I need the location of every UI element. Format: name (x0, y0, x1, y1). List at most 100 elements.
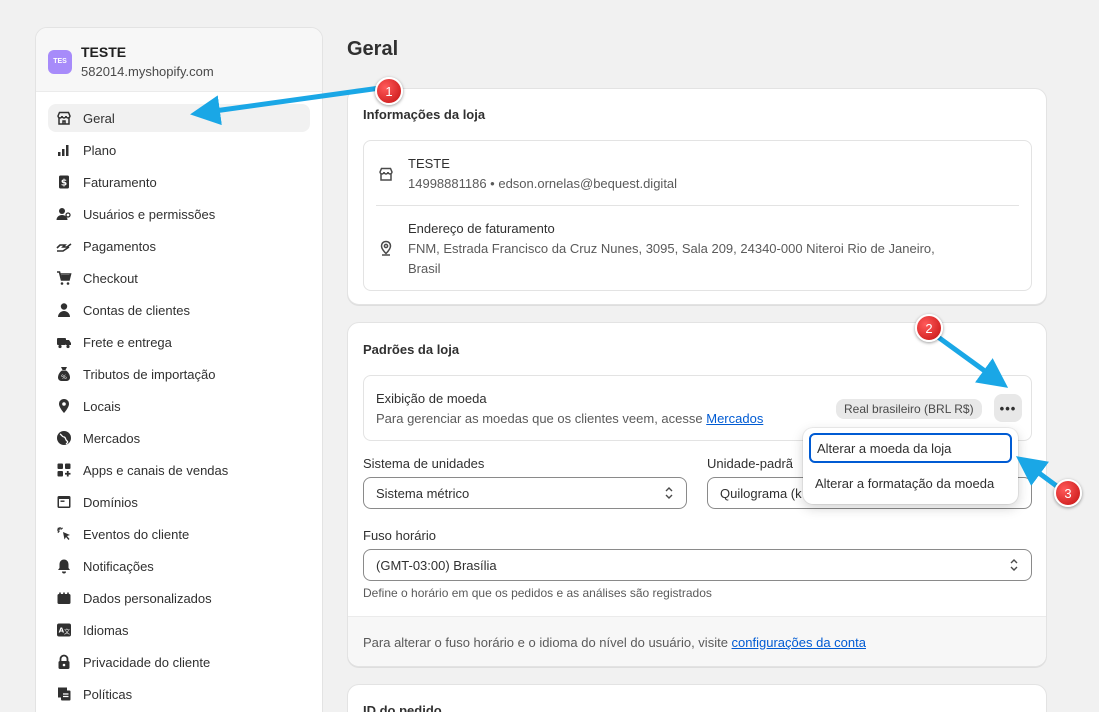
payment-icon (56, 238, 72, 254)
sidebar-item-label: Frete e entrega (83, 334, 172, 350)
sidebar-item-dominios[interactable]: Domínios (48, 488, 310, 516)
sidebar-item-dados[interactable]: Dados personalizados (48, 584, 310, 612)
sidebar-item-pagamentos[interactable]: Pagamentos (48, 232, 310, 260)
store-icon (378, 166, 394, 182)
units-select[interactable]: Sistema métrico (363, 477, 687, 509)
sidebar-item-label: Notificações (83, 558, 154, 574)
apps-icon (56, 462, 72, 478)
chevron-updown-icon (1007, 558, 1021, 572)
svg-text:$: $ (61, 179, 67, 189)
change-currency-format-option[interactable]: Alterar a formatação da moeda (809, 468, 1012, 498)
currency-help-text: Para gerenciar as moedas que os clientes… (376, 411, 707, 426)
sidebar-item-plano[interactable]: Plano (48, 136, 310, 164)
store-info-contact: 14998881186 • edson.ornelas@bequest.digi… (408, 176, 678, 191)
settings-nav: Geral Plano $ Faturamento Usuários e per… (36, 92, 322, 712)
sidebar-item-label: Usuários e permissões (83, 206, 216, 222)
sidebar-item-label: Privacidade do cliente (83, 654, 211, 670)
policy-icon (56, 686, 72, 702)
svg-text:%: % (61, 374, 67, 381)
sidebar-item-frete[interactable]: Frete e entrega (48, 328, 310, 356)
store-info-name: TESTE (408, 156, 450, 171)
currency-display-label: Exibição de moeda (376, 391, 487, 406)
sidebar-item-usuarios[interactable]: Usuários e permissões (48, 200, 310, 228)
billing-address-label: Endereço de faturamento (408, 221, 555, 236)
sidebar-item-privacidade[interactable]: Privacidade do cliente (48, 648, 310, 676)
store-header[interactable]: TES TESTE 582014.myshopify.com (36, 28, 322, 92)
person-icon (56, 302, 72, 318)
cursor-icon (56, 526, 72, 542)
store-defaults-title: Padrões da loja (363, 342, 460, 357)
location-icon (56, 398, 72, 414)
units-label: Sistema de unidades (363, 456, 485, 471)
step-marker-3: 3 (1054, 479, 1082, 507)
currency-actions-popover: Alterar a moeda da loja Alterar a format… (803, 428, 1018, 504)
domain-icon (56, 494, 72, 510)
change-store-currency-option[interactable]: Alterar a moeda da loja (809, 433, 1012, 463)
step-marker-2: 2 (915, 314, 943, 342)
sidebar-item-label: Idiomas (83, 622, 129, 638)
billing-address-line1: FNM, Estrada Francisco da Cruz Nunes, 30… (408, 241, 935, 256)
duties-icon: % (56, 366, 72, 382)
account-settings-link[interactable]: configurações da conta (732, 635, 866, 650)
sidebar-item-label: Políticas (83, 686, 133, 702)
location-pin-icon (378, 240, 394, 256)
sidebar-item-label: Mercados (83, 430, 141, 446)
bell-icon (56, 558, 72, 574)
account-settings-hint: Para alterar o fuso horário e o idioma d… (363, 635, 866, 650)
billing-address-line2: Brasil (408, 261, 441, 276)
sidebar-item-checkout[interactable]: Checkout (48, 264, 310, 292)
sidebar-item-locais[interactable]: Locais (48, 392, 310, 420)
weight-unit-label: Unidade-padrã (707, 456, 794, 471)
settings-sidebar: TES TESTE 582014.myshopify.com Geral Pla… (35, 27, 323, 712)
sidebar-item-label: Eventos do cliente (83, 526, 190, 542)
sidebar-item-label: Plano (83, 142, 117, 158)
sidebar-item-faturamento[interactable]: $ Faturamento (48, 168, 310, 196)
cart-icon (56, 270, 72, 286)
data-icon (56, 590, 72, 606)
sidebar-item-tributos[interactable]: % Tributos de importação (48, 360, 310, 388)
units-value: Sistema métrico (376, 485, 470, 501)
chevron-updown-icon (662, 486, 676, 500)
sidebar-item-apps[interactable]: Apps e canais de vendas (48, 456, 310, 484)
dollar-icon: $ (56, 174, 72, 190)
page-title: Geral (347, 38, 399, 60)
sidebar-item-eventos[interactable]: Eventos do cliente (48, 520, 310, 548)
timezone-help: Define o horário em que os pedidos e as … (363, 586, 712, 600)
step-marker-1: 1 (375, 77, 403, 105)
store-name: TESTE (81, 44, 127, 60)
sidebar-item-idiomas[interactable]: A文 Idiomas (48, 616, 310, 644)
timezone-value: (GMT-03:00) Brasília (376, 557, 497, 573)
currency-badge: Real brasileiro (BRL R$) (836, 399, 982, 419)
sidebar-item-contas-clientes[interactable]: Contas de clientes (48, 296, 310, 324)
sidebar-item-label: Tributos de importação (83, 366, 216, 382)
globe-icon (56, 430, 72, 446)
store-info-box[interactable]: TESTE 14998881186 • edson.ornelas@beques… (363, 140, 1032, 291)
more-actions-button[interactable]: ••• (994, 394, 1022, 422)
sidebar-item-mercados[interactable]: Mercados (48, 424, 310, 452)
sidebar-item-label: Apps e canais de vendas (83, 462, 229, 478)
sidebar-item-geral[interactable]: Geral (48, 104, 310, 132)
sidebar-item-label: Contas de clientes (83, 302, 190, 318)
timezone-label: Fuso horário (363, 528, 436, 543)
markets-link[interactable]: Mercados (706, 411, 763, 426)
order-id-card: ID do pedido (347, 684, 1047, 712)
store-icon (56, 110, 72, 126)
divider (376, 205, 1019, 206)
sidebar-item-label: Faturamento (83, 174, 157, 190)
chart-icon (56, 142, 72, 158)
store-domain: 582014.myshopify.com (81, 64, 214, 79)
sidebar-item-notificacoes[interactable]: Notificações (48, 552, 310, 580)
sidebar-item-label: Dados personalizados (83, 590, 212, 606)
sidebar-item-politicas[interactable]: Políticas (48, 680, 310, 708)
sidebar-item-label: Domínios (83, 494, 138, 510)
weight-unit-value: Quilograma (k (720, 485, 802, 501)
lock-icon (56, 654, 72, 670)
currency-display-help: Para gerenciar as moedas que os clientes… (376, 411, 763, 426)
sidebar-item-label: Checkout (83, 270, 138, 286)
svg-text:文: 文 (64, 628, 70, 636)
order-id-title: ID do pedido (363, 703, 442, 712)
sidebar-item-label: Pagamentos (83, 238, 156, 254)
truck-icon (56, 334, 72, 350)
store-info-card: Informações da loja TESTE 14998881186 • … (347, 88, 1047, 305)
timezone-select[interactable]: (GMT-03:00) Brasília (363, 549, 1032, 581)
